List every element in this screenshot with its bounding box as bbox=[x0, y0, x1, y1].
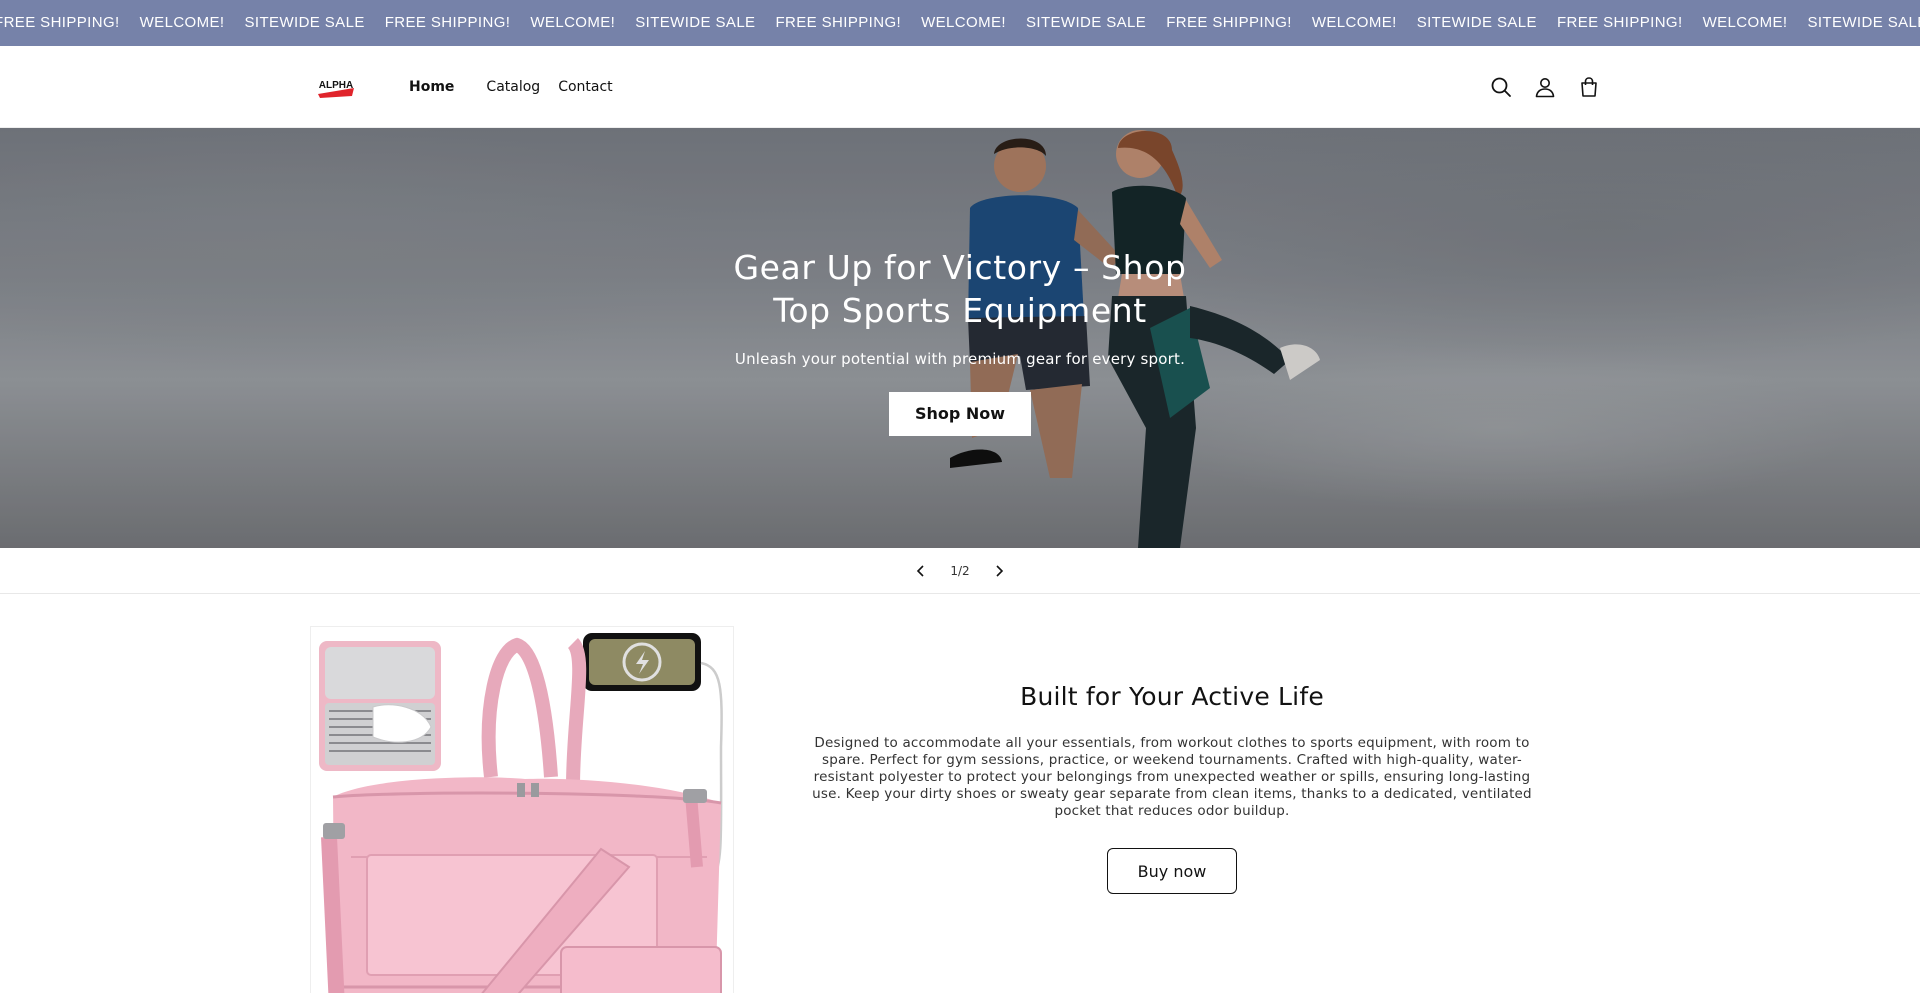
cart-icon[interactable] bbox=[1576, 74, 1602, 100]
announcement-item: FREE SHIPPING! bbox=[1556, 14, 1683, 31]
announcement-track: FREE SHIPPING! WELCOME! SITEWIDE SALE FREE … bbox=[0, 0, 1920, 46]
site-header: ALPHA Home Catalog Contact bbox=[0, 46, 1920, 128]
feature-title: Built for Your Active Life bbox=[1020, 682, 1324, 711]
account-icon[interactable] bbox=[1532, 74, 1558, 100]
previous-slide-button[interactable] bbox=[906, 556, 936, 586]
announcement-item: WELCOME! bbox=[921, 14, 1006, 31]
main-nav: Home Catalog Contact bbox=[409, 46, 639, 128]
chevron-left-icon bbox=[917, 564, 924, 577]
chevron-right-icon bbox=[996, 564, 1003, 577]
announcement-item: WELCOME! bbox=[530, 14, 616, 31]
feature-description: Designed to accommodate all your essenti… bbox=[812, 735, 1532, 819]
pink-duffel-bag-image bbox=[319, 633, 723, 993]
announcement-item: FREE SHIPPING! bbox=[1166, 14, 1292, 31]
store-logo[interactable]: ALPHA bbox=[316, 74, 356, 100]
announcement-item: SITEWIDE SALE bbox=[1025, 14, 1147, 31]
hero-banner: Gear Up for Victory – Shop Top Sports Eq… bbox=[0, 128, 1920, 548]
nav-catalog[interactable]: Catalog bbox=[486, 79, 540, 95]
hero-title: Gear Up for Victory – Shop Top Sports Eq… bbox=[733, 248, 1187, 330]
announcement-item: WELCOME! bbox=[139, 14, 225, 31]
announcement-item: FREE SHIPPING! bbox=[384, 14, 511, 31]
nav-contact[interactable]: Contact bbox=[558, 79, 612, 95]
announcement-bar: FREE SHIPPING! WELCOME! SITEWIDE SALE FREE … bbox=[0, 0, 1920, 46]
announcement-item: SITEWIDE SALE bbox=[1807, 14, 1920, 31]
buy-now-button[interactable]: Buy now bbox=[1107, 848, 1237, 894]
announcement-item: SITEWIDE SALE bbox=[244, 14, 365, 31]
search-icon[interactable] bbox=[1488, 74, 1514, 100]
announcement-item: FREE SHIPPING! bbox=[775, 14, 902, 31]
announcement-item: WELCOME! bbox=[1311, 14, 1397, 31]
slide-counter: 1/2 bbox=[950, 563, 970, 578]
next-slide-button[interactable] bbox=[984, 556, 1014, 586]
announcement-item: SITEWIDE SALE bbox=[635, 14, 756, 31]
product-image bbox=[310, 626, 734, 993]
announcement-item: SITEWIDE SALE bbox=[1416, 14, 1537, 31]
logo-graphic: ALPHA bbox=[318, 80, 354, 98]
header-icons bbox=[1488, 74, 1602, 100]
announcement-item: WELCOME! bbox=[1702, 14, 1788, 31]
feature-section: Built for Your Active Life Designed to a… bbox=[800, 682, 1544, 894]
hero-subtitle: Unleash your potential with premium gear… bbox=[734, 350, 1186, 368]
shop-now-button[interactable]: Shop Now bbox=[889, 392, 1031, 436]
svg-text:ALPHA: ALPHA bbox=[319, 80, 353, 91]
nav-home[interactable]: Home bbox=[409, 79, 454, 95]
announcement-item: FREE SHIPPING! bbox=[0, 14, 120, 31]
hero-content: Gear Up for Victory – Shop Top Sports Eq… bbox=[700, 246, 1220, 436]
slideshow-controls: 1/2 bbox=[0, 548, 1920, 594]
